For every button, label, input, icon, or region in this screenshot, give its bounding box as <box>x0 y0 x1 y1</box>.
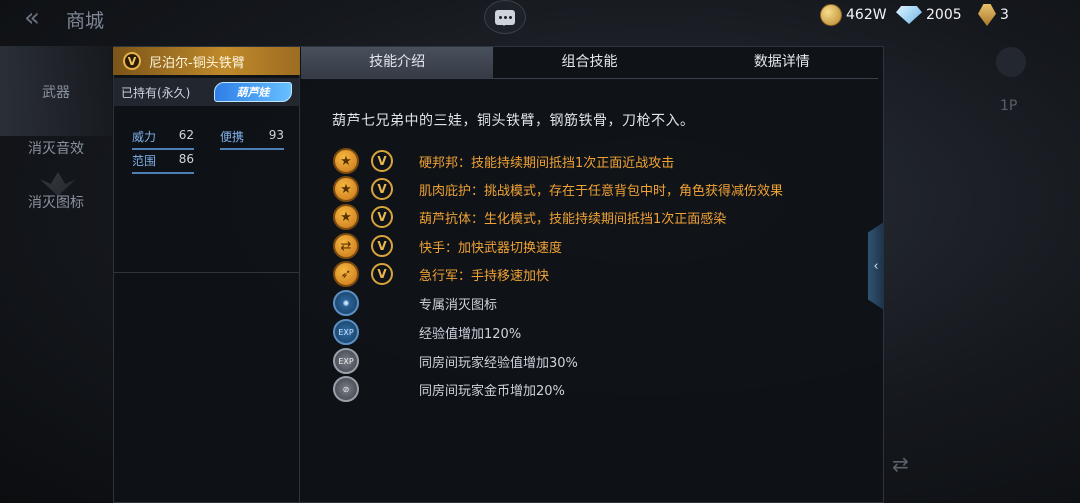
perk-text: 同房间玩家经验值增加30% <box>419 355 578 371</box>
skill-row: ➶ V 急行军：手持移速加快 <box>333 261 550 287</box>
tab-bar: 技能介绍 组合技能 数据详情 <box>301 47 878 79</box>
star-icon: ★ <box>333 204 359 230</box>
medal-amount: 3 <box>1000 7 1009 23</box>
gold-coin-icon <box>820 4 842 26</box>
perk-text: 专属消灭图标 <box>419 297 498 313</box>
kill-icon: ✺ <box>333 290 359 316</box>
collapse-panel-button[interactable]: ‹ <box>868 222 884 310</box>
vip-v-icon: V <box>371 206 393 228</box>
vip-v-icon: V <box>123 52 141 70</box>
chat-icon <box>495 9 515 26</box>
nav-item-label: 消灭音效 <box>28 141 84 157</box>
divider <box>113 272 300 273</box>
skill-text: 肌肉庇护：挑战模式，存在于任意背包中时，角色获得减伤效果 <box>419 183 784 199</box>
stat-value: 62 <box>178 128 194 142</box>
perk-row: ✺ 专属消灭图标 <box>333 290 498 316</box>
rotate-icon[interactable] <box>996 47 1026 77</box>
skill-text: 葫芦抗体：生化模式，技能持续期间抵挡1次正面感染 <box>419 211 727 227</box>
weapon-description: 葫芦七兄弟中的三娃，铜头铁臂，钢筋铁骨，刀枪不入。 <box>332 113 695 129</box>
skill-row: ★ V 肌肉庇护：挑战模式，存在于任意背包中时，角色获得减伤效果 <box>333 176 784 202</box>
diamond-amount: 2005 <box>926 7 962 23</box>
nav-item-kill-icon[interactable]: 消灭图标 <box>0 192 112 212</box>
medal-currency[interactable]: 3 <box>978 4 1009 26</box>
weapon-info-column <box>113 46 300 503</box>
nav-item-label: 消灭图标 <box>28 195 84 211</box>
ownership-status: 已持有(永久) <box>121 85 191 100</box>
vip-v-icon: V <box>371 263 393 285</box>
skill-row: ★ V 硬邦邦：技能持续期间抵挡1次正面近战攻击 <box>333 148 675 174</box>
skill-text: 快手：加快武器切换速度 <box>419 240 563 256</box>
room-coin-icon: ⊘ <box>333 376 359 402</box>
nav-item-weapon[interactable]: 武器 <box>0 46 112 136</box>
series-badge: 葫芦娃 <box>214 82 292 102</box>
star-icon: ★ <box>333 176 359 202</box>
gold-currency[interactable]: 462W <box>820 4 887 26</box>
stat-value: 86 <box>178 152 194 166</box>
skill-text: 急行军：手持移速加快 <box>419 268 550 284</box>
view-mode-1p[interactable]: 1P <box>1000 98 1017 114</box>
tab-data-details[interactable]: 数据详情 <box>686 47 878 78</box>
nav-item-kill-sound[interactable]: 消灭音效 <box>0 138 112 158</box>
perk-row: EXP 同房间玩家经验值增加30% <box>333 348 578 374</box>
ownership-row: 已持有(永久) 葫芦娃 <box>113 78 300 106</box>
back-arrow-icon[interactable]: « <box>24 5 52 31</box>
chat-button[interactable] <box>484 0 526 34</box>
stat-bar <box>132 148 194 150</box>
skill-text: 硬邦邦：技能持续期间抵挡1次正面近战攻击 <box>419 155 675 171</box>
stat-value: 93 <box>268 128 284 142</box>
stat-label: 便携 <box>220 130 245 144</box>
nav-item-label: 武器 <box>42 85 70 101</box>
perk-row: ⊘ 同房间玩家金币增加20% <box>333 376 565 402</box>
weapon-header: V 尼泊尔-铜头铁臂 <box>113 47 300 75</box>
running-icon: ➶ <box>333 261 359 287</box>
swap-icon: ⇄ <box>333 233 359 259</box>
tab-skill-intro[interactable]: 技能介绍 <box>301 47 494 78</box>
stat-label: 威力 <box>132 130 157 144</box>
stat-bar <box>132 172 194 174</box>
chevron-left-icon: ‹ <box>873 258 879 274</box>
vip-v-icon: V <box>371 178 393 200</box>
perk-row: EXP 经验值增加120% <box>333 319 522 345</box>
refresh-icon[interactable]: ⇄ <box>892 452 909 476</box>
perk-text: 同房间玩家金币增加20% <box>419 383 565 399</box>
exp-icon: EXP <box>333 319 359 345</box>
skill-row: ⇄ V 快手：加快武器切换速度 <box>333 233 563 259</box>
stat-power: 威力 62 <box>132 128 194 150</box>
gold-amount: 462W <box>846 7 887 23</box>
perk-text: 经验值增加120% <box>419 326 522 342</box>
stat-portable: 便携 93 <box>220 128 284 150</box>
vip-v-icon: V <box>371 150 393 172</box>
medal-icon <box>978 4 996 26</box>
diamond-icon <box>896 6 922 24</box>
vip-v-icon: V <box>371 235 393 257</box>
tab-combo-skills[interactable]: 组合技能 <box>493 47 685 78</box>
skill-row: ★ V 葫芦抗体：生化模式，技能持续期间抵挡1次正面感染 <box>333 204 727 230</box>
weapon-name: 尼泊尔-铜头铁臂 <box>149 55 245 71</box>
diamond-currency[interactable]: 2005 <box>896 4 962 26</box>
stat-label: 范围 <box>132 154 157 168</box>
page-title: 商城 <box>66 10 105 32</box>
star-icon: ★ <box>333 148 359 174</box>
stat-range: 范围 86 <box>132 152 194 174</box>
stat-bar <box>220 148 284 150</box>
room-exp-icon: EXP <box>333 348 359 374</box>
